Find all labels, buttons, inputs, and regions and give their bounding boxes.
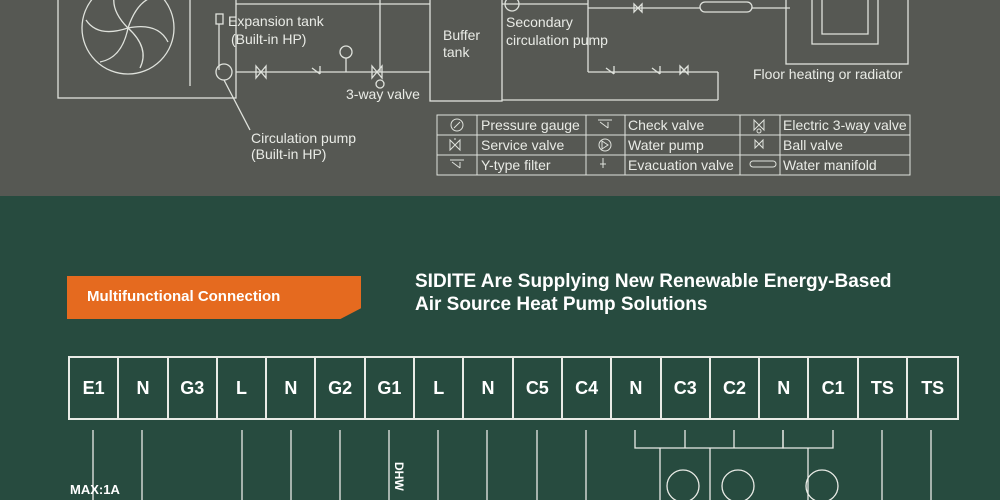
max-current-label: MAX:1A (70, 482, 120, 497)
expansion-tank-icon (215, 13, 224, 25)
buffer-label-1: Buffer (443, 27, 481, 43)
secondary-pump-label-1: Secondary (506, 14, 573, 30)
legend-electric-3-way-valve: Electric 3-way valve (783, 117, 907, 133)
load-circle-3 (805, 469, 839, 500)
legend-y-type-filter: Y-type filter (481, 157, 551, 173)
connection-section: Multifunctional Connection SIDITE Are Su… (0, 196, 1000, 500)
legend-pressure-gauge: Pressure gauge (481, 117, 580, 133)
secondary-pump-icon (504, 0, 520, 12)
secondary-pump-label-2: circulation pump (506, 32, 608, 48)
expansion-tank-label: Expansion tank (228, 13, 324, 29)
dhw-label: DHW (392, 462, 406, 491)
three-way-valve-label: 3-way valve (346, 86, 420, 102)
circulation-pump-icon (215, 63, 233, 81)
load-circle-2 (721, 469, 755, 500)
legend-water-pump: Water pump (628, 137, 704, 153)
check-valve-2-icon (605, 66, 615, 75)
circulation-pump-label: Circulation pump (251, 130, 357, 146)
floor-heating-label: Floor heating or radiator (753, 66, 903, 82)
fan-icon (81, 0, 175, 75)
floor-heating (785, 0, 909, 65)
load-circle-1 (666, 469, 700, 500)
wiring-lines (92, 430, 932, 500)
legend-evacuation-valve: Evacuation valve (628, 157, 734, 173)
legend-water-manifold: Water manifold (783, 157, 877, 173)
check-valve-icon (311, 66, 321, 75)
buffer-label-2: tank (443, 44, 470, 60)
fan-blades-icon (85, 0, 169, 69)
legend-check-valve: Check valve (628, 117, 705, 133)
expansion-tank-builtin-label: (Built-in HP) (231, 31, 307, 47)
pressure-gauge-icon (339, 45, 353, 59)
hydraulic-diagram: Expansion tank (Built-in HP) Buffer tank… (0, 0, 1000, 196)
circulation-pump-builtin-label: (Built-in HP) (251, 146, 327, 162)
legend-service-valve: Service valve (481, 137, 565, 153)
legend-ball-valve: Ball valve (783, 137, 843, 153)
water-manifold-icon (699, 1, 753, 13)
heat-pump-unit (57, 0, 237, 99)
